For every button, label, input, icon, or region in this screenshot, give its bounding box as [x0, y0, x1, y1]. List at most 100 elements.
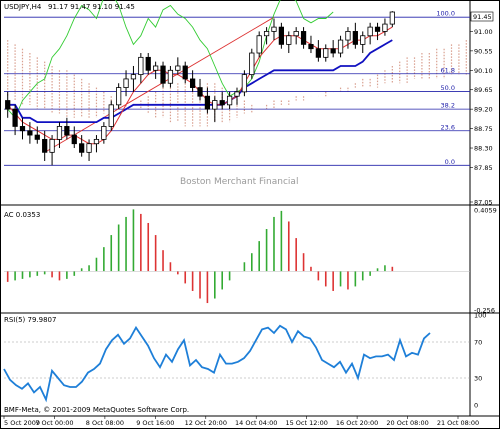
fib-label: 100.0 — [436, 10, 455, 18]
bull-candle — [337, 39, 344, 54]
rsi-tick-label: 100 — [474, 312, 486, 320]
price-tick-label: 90.10 — [474, 67, 493, 75]
fib-label: 0.0 — [445, 158, 455, 166]
bear-candle — [145, 56, 151, 71]
bull-candle — [153, 65, 159, 71]
bull-candle — [241, 74, 248, 93]
fib-label: 50.0 — [441, 84, 455, 92]
bull-candle — [212, 100, 218, 110]
bull-candle — [382, 23, 388, 32]
chart-window: 100.0 61.8 50.0 38.2 23.6 0.0 91.00 90.55 90.10… — [0, 0, 500, 429]
price-tick-label: 87.85 — [474, 164, 493, 172]
bear-candle — [204, 95, 211, 110]
price-tick-label: 91.00 — [474, 28, 493, 36]
bear-candle — [300, 31, 307, 45]
bear-candle — [315, 48, 321, 58]
rsi-line — [3, 324, 470, 403]
ichimoku-lines — [7, 0, 393, 145]
copyright-label: BMF-Meta, © 2001-2009 MetaQuotes Softwar… — [4, 406, 189, 414]
bull-candle — [130, 74, 137, 80]
bear-candle — [197, 87, 203, 97]
trendline — [44, 16, 275, 153]
bull-candle — [263, 31, 270, 37]
bear-candle — [330, 48, 336, 54]
chart-canvas: 100.0 61.8 50.0 38.2 23.6 0.0 91.00 90.55 90.10… — [0, 0, 500, 429]
bull-candle — [271, 26, 277, 32]
bear-candle — [79, 143, 85, 153]
time-tick-label: 16 Oct 20:00 — [336, 419, 378, 427]
ichimoku-cloud — [7, 40, 467, 127]
axes: 91.00 90.55 90.10 89.65 89.20 88.75 88.30 87.85… — [3, 28, 497, 427]
ac-histogram — [4, 209, 470, 304]
bull-candle — [367, 26, 373, 37]
candles — [5, 11, 395, 166]
bull-candle — [389, 11, 395, 25]
time-tick-label: 15 Oct 12:00 — [285, 419, 327, 427]
bull-candle — [323, 48, 329, 58]
bull-candle — [123, 78, 129, 88]
bull-candle — [234, 91, 240, 97]
time-tick-label: 20 Oct 08:00 — [386, 419, 428, 427]
bull-candle — [226, 95, 233, 106]
bear-candle — [189, 78, 196, 88]
bull-candle — [138, 56, 144, 76]
bear-candle — [27, 130, 33, 136]
bear-candle — [5, 100, 11, 110]
price-tick-label: 90.55 — [474, 47, 493, 55]
fib-label: 38.2 — [441, 102, 455, 110]
bull-candle — [108, 104, 114, 127]
current-price-label: 91.45 — [473, 13, 492, 21]
bear-candle — [42, 138, 48, 153]
bull-candle — [56, 126, 63, 140]
price-tick-label: 89.20 — [474, 106, 493, 114]
bull-candle — [116, 87, 122, 106]
ac-tick-label: 0.4059 — [474, 207, 497, 215]
bull-candle — [286, 35, 292, 45]
rsi-label: RSI(5) 79.9807 — [4, 316, 56, 324]
rsi-line — [3, 324, 431, 403]
bear-candle — [19, 126, 26, 132]
bull-candle — [249, 52, 255, 76]
rsi-tick-label: 70 — [474, 339, 482, 347]
bull-candle — [93, 138, 100, 145]
fib-label: 61.8 — [441, 66, 455, 74]
time-tick-label: 12 Oct 20:00 — [185, 419, 227, 427]
bear-candle — [160, 65, 166, 84]
bull-candle — [345, 31, 351, 41]
bull-candle — [256, 35, 262, 54]
bull-candle — [360, 35, 366, 45]
bear-candle — [34, 134, 40, 140]
bear-candle — [64, 126, 70, 136]
symbol-label: USDJPY,H4 — [4, 3, 42, 11]
fib-label: 23.6 — [441, 123, 455, 131]
ohlc-label: 91.17 91.47 91.10 91.45 — [48, 3, 135, 11]
bull-candle — [86, 143, 92, 153]
bear-candle — [219, 100, 225, 106]
bear-candle — [71, 134, 77, 145]
bear-candle — [308, 43, 314, 50]
price-tick-label: 88.75 — [474, 125, 493, 133]
time-tick-label: 8 Oct 08:00 — [86, 419, 124, 427]
rsi-tick-label: 0 — [474, 402, 478, 410]
bear-candle — [12, 108, 18, 127]
price-tick-label: 88.30 — [474, 145, 493, 153]
bear-candle — [374, 26, 381, 32]
rsi-tick-label: 30 — [474, 375, 482, 383]
bull-candle — [49, 138, 55, 153]
bear-candle — [182, 65, 188, 80]
bear-candle — [278, 26, 284, 45]
bull-candle — [101, 126, 107, 140]
time-tick-label: 7 Oct 00:00 — [35, 419, 73, 427]
price-tick-label: 89.65 — [474, 86, 493, 94]
ac-label: AC 0.0353 — [4, 211, 40, 219]
trendline-segment — [44, 16, 275, 153]
time-tick-label: 21 Oct 08:00 — [437, 419, 479, 427]
price-tick-label: 87.05 — [474, 199, 493, 207]
bear-candle — [352, 31, 358, 45]
bull-candle — [167, 69, 174, 84]
watermark: Boston Merchant Financial — [180, 177, 298, 187]
time-tick-label: 9 Oct 16:00 — [136, 419, 174, 427]
time-tick-label: 14 Oct 04:00 — [235, 419, 277, 427]
bull-candle — [175, 65, 181, 71]
bull-candle — [293, 31, 299, 37]
